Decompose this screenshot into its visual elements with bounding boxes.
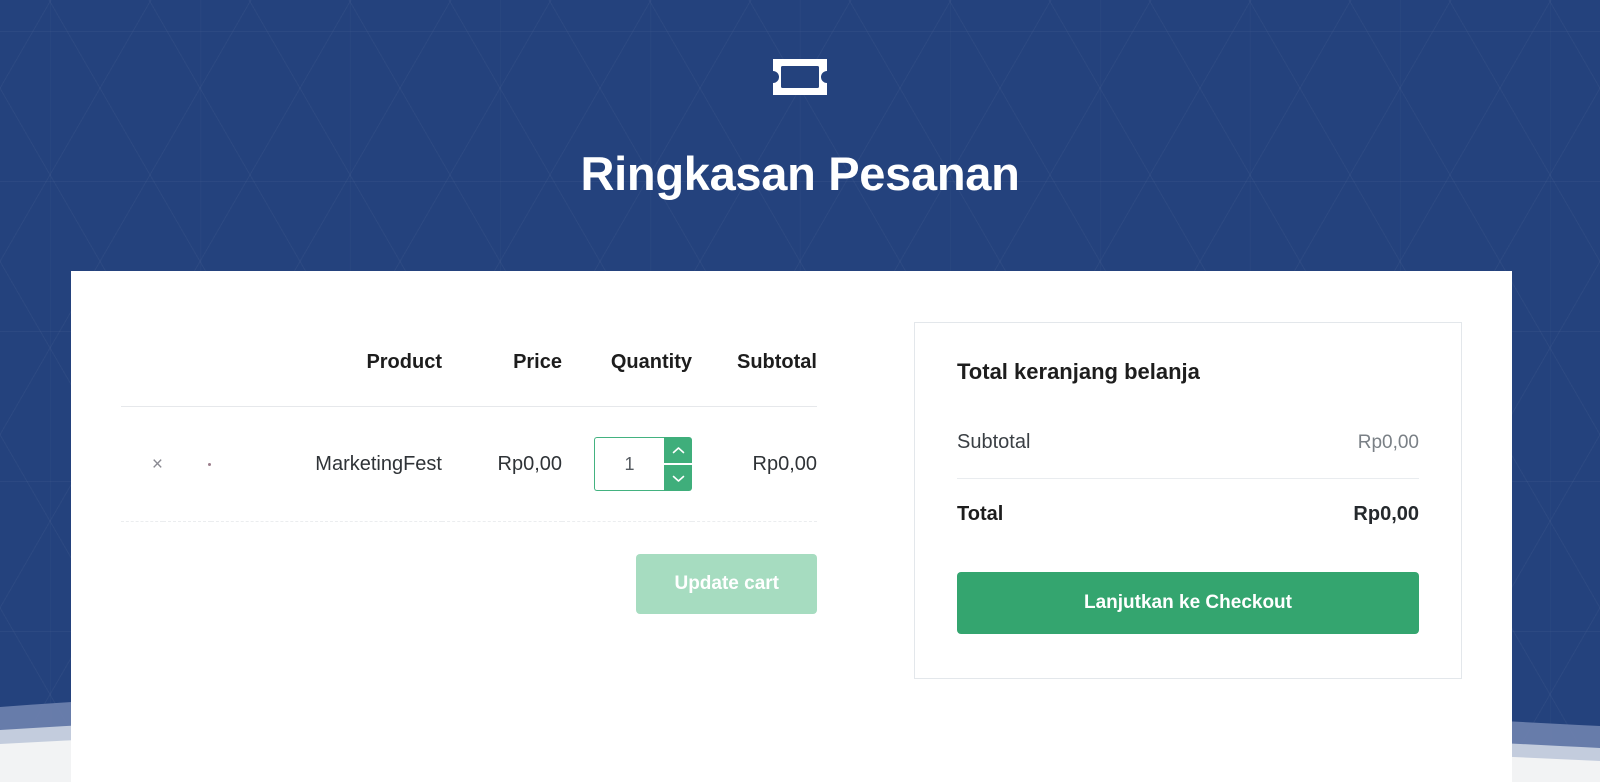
ticket-icon (769, 55, 831, 99)
quantity-input[interactable] (594, 437, 664, 491)
cell-remove: × (121, 406, 163, 522)
remove-item-icon[interactable]: × (152, 455, 163, 474)
quantity-increase-button[interactable] (664, 437, 692, 463)
cart-totals-title: Total keranjang belanja (957, 359, 1200, 384)
cart-header-row: Product Price Quantity Subtotal (121, 351, 817, 407)
cart-totals-panel: Total keranjang belanja Subtotal Rp0,00 … (914, 322, 1462, 679)
quantity-decrease-button[interactable] (664, 465, 692, 491)
proceed-to-checkout-button[interactable]: Lanjutkan ke Checkout (957, 572, 1419, 634)
broken-image-icon (208, 462, 211, 466)
cell-thumbnail (163, 406, 211, 522)
column-header-subtotal: Subtotal (737, 351, 817, 373)
totals-label-total: Total (957, 503, 1004, 525)
totals-row-subtotal: Subtotal Rp0,00 (957, 431, 1419, 479)
quantity-stepper-buttons (664, 437, 692, 491)
cell-quantity (562, 406, 692, 522)
cart-actions: Update cart (121, 522, 817, 614)
chevron-down-icon (672, 475, 684, 482)
totals-value-subtotal: Rp0,00 (1357, 432, 1419, 453)
column-header-product: Product (366, 351, 442, 373)
totals-section: Total keranjang belanja Subtotal Rp0,00 … (867, 322, 1462, 679)
cart-table-body: × MarketingFest Rp0,00 1 Rp0,00 (121, 406, 817, 522)
update-cart-button[interactable]: Update cart (636, 554, 817, 614)
chevron-up-icon (672, 446, 684, 453)
cell-product-name: MarketingFest (211, 406, 442, 522)
totals-value-total: Rp0,00 (1353, 503, 1419, 525)
quantity-stepper[interactable] (594, 437, 692, 491)
page-title: Ringkasan Pesanan (580, 147, 1020, 200)
table-row: × MarketingFest Rp0,00 1 Rp0,00 (121, 406, 817, 522)
order-summary-card: Product Price Quantity Subtotal × Market… (71, 271, 1512, 782)
totals-label-subtotal: Subtotal (957, 431, 1031, 453)
product-name-link[interactable]: MarketingFest (315, 453, 442, 475)
cart-table: Product Price Quantity Subtotal × Market… (121, 351, 817, 522)
page-header: Ringkasan Pesanan (0, 0, 1600, 201)
cell-subtotal: Rp0,00 (692, 406, 817, 522)
totals-row-total: Total Rp0,00 (957, 503, 1419, 526)
column-header-price: Price (513, 351, 562, 373)
cart-section: Product Price Quantity Subtotal × Market… (121, 351, 867, 679)
cell-price: Rp0,00 (442, 406, 562, 522)
column-header-quantity: Quantity (610, 351, 692, 373)
cart-table-head: Product Price Quantity Subtotal (121, 351, 817, 407)
page-root: Ringkasan Pesanan Product Price Quantity… (0, 0, 1600, 782)
